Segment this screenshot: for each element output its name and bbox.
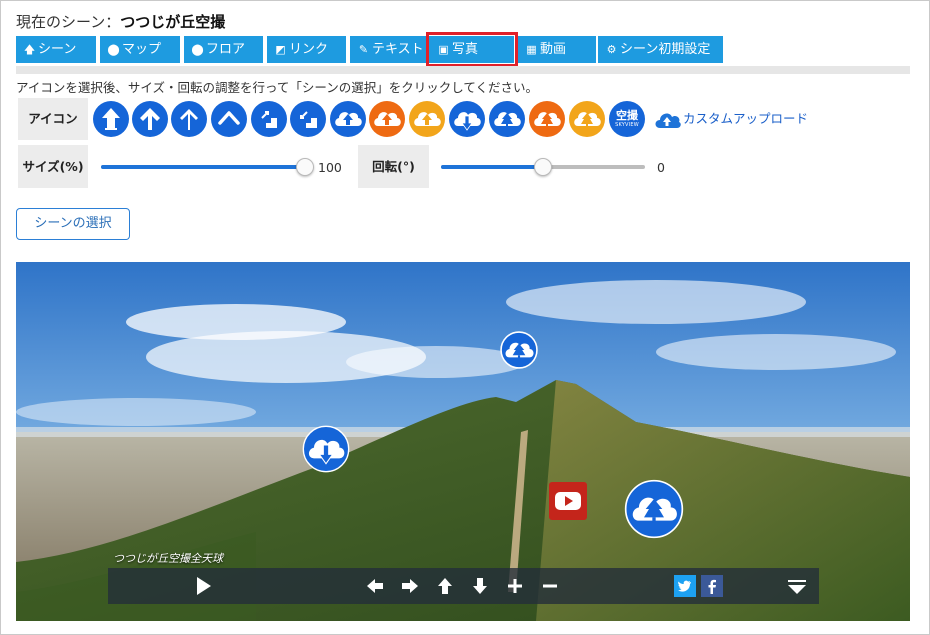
cloud-upload-icon[interactable] bbox=[330, 101, 366, 137]
tab-scene[interactable]: 🡅 シーン bbox=[16, 36, 96, 63]
arrow-up-thin-icon[interactable] bbox=[171, 101, 207, 137]
play-icon[interactable] bbox=[192, 575, 214, 597]
arrow-up-icon: 🡅 bbox=[23, 43, 36, 56]
tab-divider bbox=[16, 66, 910, 74]
link-square-icon: ◩ bbox=[275, 43, 286, 56]
size-slider-fill bbox=[101, 165, 305, 169]
cloud-tree-orange-icon[interactable] bbox=[529, 101, 565, 137]
tab-label: マップ bbox=[122, 42, 162, 57]
stairs-up-icon[interactable] bbox=[251, 101, 287, 137]
youtube-icon[interactable] bbox=[549, 482, 587, 520]
size-slider[interactable] bbox=[101, 158, 314, 176]
size-value: 100 bbox=[318, 160, 342, 175]
page-title: 現在のシーン：つつじが丘空撮 bbox=[16, 11, 225, 32]
cloud-tree-icon[interactable] bbox=[624, 479, 684, 539]
cloud-download-icon[interactable] bbox=[302, 425, 350, 473]
arrow-left-icon[interactable] bbox=[364, 575, 386, 597]
skyview-sublabel: SKYVIEW bbox=[615, 122, 639, 128]
plus-icon[interactable] bbox=[504, 575, 526, 597]
panorama-viewer[interactable]: つつじが丘空撮全天球 bbox=[16, 262, 910, 621]
rotation-slider-fill bbox=[441, 165, 543, 169]
scene-name: つつじが丘空撮 bbox=[120, 13, 226, 31]
cloud-upload-orange-icon[interactable] bbox=[369, 101, 405, 137]
tab-photo[interactable]: ▣ 写真 bbox=[426, 32, 518, 67]
facebook-icon[interactable] bbox=[701, 575, 723, 597]
tab-video[interactable]: ▦ 動画 bbox=[518, 36, 596, 63]
rotation-value: 0 bbox=[657, 160, 665, 175]
tab-text[interactable]: ✎ テキスト bbox=[350, 36, 430, 63]
custom-upload-label: カスタムアップロード bbox=[683, 111, 809, 126]
minus-icon[interactable] bbox=[539, 575, 561, 597]
size-label: サイズ(%) bbox=[18, 145, 88, 188]
tab-scene-settings[interactable]: ⚙ シーン初期設定 bbox=[598, 36, 723, 63]
size-slider-thumb[interactable] bbox=[296, 158, 314, 176]
custom-upload-link[interactable]: カスタムアップロード bbox=[653, 108, 808, 130]
skyview-label: 空撮 bbox=[616, 109, 638, 122]
arrow-up-icon[interactable] bbox=[434, 575, 456, 597]
image-icon: ▣ bbox=[438, 43, 449, 56]
cloud-upload-yellow-icon[interactable] bbox=[409, 101, 445, 137]
edit-icon: ✎ bbox=[358, 43, 369, 56]
map-pin-icon: ⬤ bbox=[191, 43, 204, 56]
arrow-up-house-icon[interactable] bbox=[93, 101, 129, 137]
tab-label: 動画 bbox=[540, 42, 567, 57]
stairs-down-icon[interactable] bbox=[290, 101, 326, 137]
film-icon: ▦ bbox=[526, 43, 537, 56]
tab-label: シーン bbox=[38, 42, 77, 57]
chevron-up-icon[interactable] bbox=[211, 101, 247, 137]
cloud-tree-icon[interactable] bbox=[500, 331, 538, 369]
tab-link[interactable]: ◩ リンク bbox=[267, 36, 346, 63]
tab-bar: 🡅 シーン ⬤ マップ ⬤ フロア ◩ リンク ✎ テキスト ▣ 写真 ▦ 動画 ⚙ シーン初期… bbox=[16, 32, 910, 67]
twitter-icon[interactable] bbox=[674, 575, 696, 597]
panorama-caption: つつじが丘空撮全天球 bbox=[113, 552, 223, 565]
rotation-label: 回転(°) bbox=[358, 145, 429, 188]
viewer-control-bar bbox=[108, 568, 819, 604]
tab-label: フロア bbox=[206, 42, 246, 57]
tab-floor[interactable]: ⬤ フロア bbox=[184, 36, 263, 63]
instructions-text: アイコンを選択後、サイズ・回転の調整を行って「シーンの選択」をクリックしてくださ… bbox=[16, 80, 539, 95]
rotation-slider[interactable] bbox=[441, 158, 645, 176]
scene-prefix: 現在のシーン： bbox=[16, 13, 121, 31]
arrow-down-icon[interactable] bbox=[469, 575, 491, 597]
arrow-up-icon[interactable] bbox=[132, 101, 168, 137]
tab-label: 写真 bbox=[452, 42, 479, 57]
tab-label: シーン初期設定 bbox=[620, 42, 711, 57]
skyview-icon[interactable]: 空撮 SKYVIEW bbox=[609, 101, 645, 137]
tab-label: テキスト bbox=[372, 42, 424, 57]
gear-icon: ⚙ bbox=[606, 43, 617, 56]
cloud-upload-icon bbox=[655, 112, 681, 128]
select-scene-button[interactable]: シーンの選択 bbox=[16, 208, 130, 240]
cloud-tree-yellow-icon[interactable] bbox=[569, 101, 605, 137]
tab-map[interactable]: ⬤ マップ bbox=[100, 36, 180, 63]
arrow-right-icon[interactable] bbox=[399, 575, 421, 597]
map-pin-icon: ⬤ bbox=[107, 43, 120, 56]
cloud-download-icon[interactable] bbox=[449, 101, 485, 137]
rotation-slider-thumb[interactable] bbox=[534, 158, 552, 176]
collapse-icon[interactable] bbox=[786, 575, 808, 597]
icon-row-label: アイコン bbox=[18, 98, 88, 140]
tab-label: リンク bbox=[289, 42, 329, 57]
cloud-tree-icon[interactable] bbox=[489, 101, 525, 137]
